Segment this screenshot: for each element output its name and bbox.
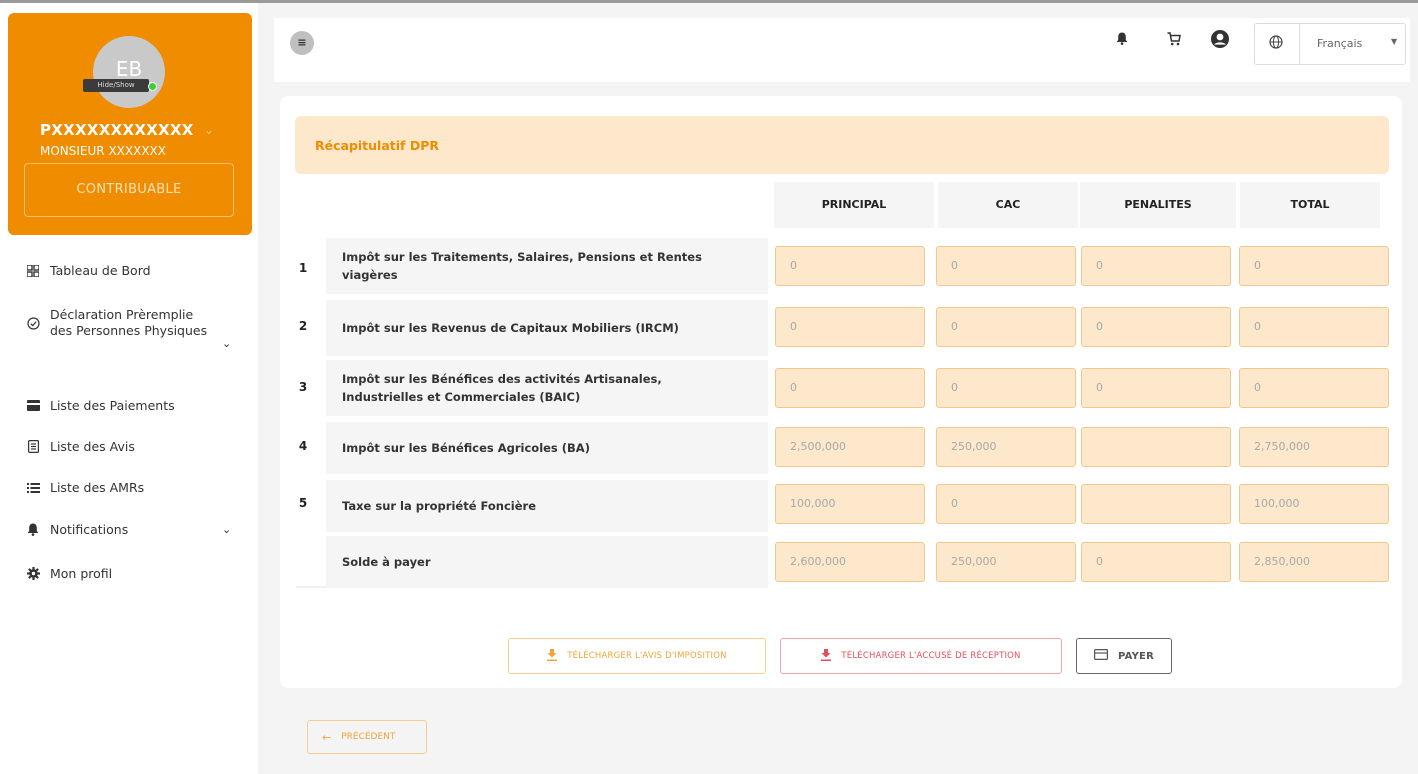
top-bar: ≡ Français ▼	[274, 18, 1410, 82]
cell-penalites: 0	[1081, 246, 1231, 286]
sidebar-item-notifications[interactable]: Notifications	[26, 522, 128, 537]
document-icon	[26, 440, 40, 454]
divider	[296, 586, 326, 588]
cell-total: 2,750,000	[1239, 427, 1389, 467]
card-icon	[26, 399, 40, 413]
row-label: Impôt sur les Traitements, Salaires, Pen…	[326, 238, 768, 294]
check-circle-icon	[26, 316, 40, 330]
cell-principal: 0	[775, 368, 925, 408]
pay-button[interactable]: PAYER	[1076, 638, 1172, 674]
sidebar-item-declaration[interactable]: Déclaration Prèremplie des Personnes Phy…	[26, 307, 210, 339]
summary-header: Récapitulatif DPR	[295, 116, 1389, 174]
cell-total: 0	[1239, 246, 1389, 286]
download-icon	[821, 648, 832, 664]
cell-total: 100,000	[1239, 484, 1389, 524]
arrow-left-icon: ←	[322, 730, 332, 744]
language-label: Français	[1317, 37, 1363, 50]
sidebar-item-label: Liste des AMRs	[50, 480, 145, 495]
cell-cac: 0	[936, 368, 1076, 408]
row-number: 5	[298, 496, 308, 510]
sidebar-item-profil[interactable]: Mon profil	[26, 566, 112, 581]
cell-cac: 250,000	[936, 427, 1076, 467]
total-cac: 250,000	[936, 542, 1076, 582]
sidebar-item-paiements[interactable]: Liste des Paiements	[26, 398, 175, 413]
cell-cac: 0	[936, 307, 1076, 347]
download-avis-label: TÉLÉCHARGER L'AVIS D'IMPOSITION	[567, 651, 727, 661]
chevron-down-icon[interactable]: ⌄	[222, 337, 231, 350]
column-header-principal: PRINCIPAL	[774, 182, 934, 228]
cell-penalites: 0	[1081, 368, 1231, 408]
summary-title: Récapitulatif DPR	[315, 138, 439, 153]
cell-principal: 0	[775, 246, 925, 286]
cell-penalites	[1081, 427, 1231, 467]
grid-icon	[26, 264, 40, 278]
sidebar-item-label: Mon profil	[50, 566, 113, 581]
role-button[interactable]: CONTRIBUABLE	[24, 163, 234, 217]
cell-principal: 2,500,000	[775, 427, 925, 467]
avatar[interactable]: EB	[93, 36, 165, 108]
cell-cac: 0	[936, 484, 1076, 524]
total-row-label: Solde à payer	[326, 536, 768, 588]
cell-cac: 0	[936, 246, 1076, 286]
sidebar-item-avis[interactable]: Liste des Avis	[26, 439, 135, 454]
sidebar-item-label: Déclaration Prèremplie des Personnes Phy…	[50, 307, 208, 338]
total-penalites: 0	[1081, 542, 1231, 582]
list-icon	[26, 481, 40, 495]
cell-penalites: 0	[1081, 307, 1231, 347]
cell-penalites	[1081, 484, 1231, 524]
row-number: 1	[298, 261, 308, 275]
divider	[1299, 24, 1300, 64]
user-name: MONSIEUR XXXXXXX	[40, 144, 166, 158]
sidebar-item-label: Tableau de Bord	[50, 263, 151, 278]
caret-down-icon: ▼	[1391, 37, 1398, 46]
menu-toggle-icon[interactable]: ≡	[290, 31, 314, 55]
download-accuse-button[interactable]: TÉLÉCHARGER L'ACCUSÉ DE RÉCEPTION	[780, 638, 1062, 674]
previous-button[interactable]: ← PRÉCÉDENT	[307, 720, 427, 754]
row-label: Impôt sur les Bénéfices des activités Ar…	[326, 360, 768, 416]
profile-card: EB Hide/Show PXXXXXXXXXXXX ⌄ MONSIEUR XX…	[8, 13, 252, 235]
globe-icon	[1269, 35, 1283, 53]
total-principal: 2,600,000	[775, 542, 925, 582]
row-number: 2	[298, 319, 308, 333]
dpr-summary-card: Récapitulatif DPR PRINCIPAL CAC PENALITE…	[280, 96, 1402, 688]
gear-icon	[26, 567, 40, 581]
avatar-tooltip: Hide/Show	[83, 79, 149, 92]
online-status-dot	[148, 82, 157, 91]
column-header-penalites: PENALITES	[1080, 182, 1236, 228]
row-number: 3	[298, 380, 308, 394]
column-header-cac: CAC	[938, 182, 1078, 228]
bell-icon[interactable]	[1112, 32, 1132, 49]
row-number: 4	[298, 439, 308, 453]
previous-label: PRÉCÉDENT	[341, 732, 396, 742]
sidebar-item-tableau-de-bord[interactable]: Tableau de Bord	[26, 263, 151, 278]
sidebar-item-label: Liste des Paiements	[50, 398, 175, 413]
cell-total: 0	[1239, 368, 1389, 408]
sidebar-item-label: Liste des Avis	[50, 439, 135, 454]
user-id: PXXXXXXXXXXXX	[40, 121, 194, 139]
cart-icon[interactable]	[1164, 32, 1184, 50]
row-label: Taxe sur la propriété Foncière	[326, 480, 768, 532]
sidebar-item-label: Notifications	[50, 522, 129, 537]
cell-total: 0	[1239, 307, 1389, 347]
cell-principal: 0	[775, 307, 925, 347]
language-selector[interactable]: Français ▼	[1254, 23, 1406, 65]
row-label: Impôt sur les Bénéfices Agricoles (BA)	[326, 422, 768, 474]
chevron-down-icon[interactable]: ⌄	[222, 523, 231, 536]
download-avis-button[interactable]: TÉLÉCHARGER L'AVIS D'IMPOSITION	[508, 638, 766, 674]
pay-label: PAYER	[1118, 650, 1154, 662]
column-header-total: TOTAL	[1240, 182, 1380, 228]
cell-principal: 100,000	[775, 484, 925, 524]
chevron-down-icon[interactable]: ⌄	[204, 123, 214, 137]
download-accuse-label: TÉLÉCHARGER L'ACCUSÉ DE RÉCEPTION	[841, 651, 1021, 661]
card-icon	[1094, 649, 1109, 663]
download-icon	[547, 648, 558, 664]
bell-icon	[26, 523, 40, 537]
sidebar-item-amrs[interactable]: Liste des AMRs	[26, 480, 144, 495]
total-total: 2,850,000	[1239, 542, 1389, 582]
row-label: Impôt sur les Revenus de Capitaux Mobili…	[326, 300, 768, 356]
sidebar: EB Hide/Show PXXXXXXXXXXXX ⌄ MONSIEUR XX…	[0, 3, 258, 774]
user-circle-icon[interactable]	[1210, 29, 1230, 53]
